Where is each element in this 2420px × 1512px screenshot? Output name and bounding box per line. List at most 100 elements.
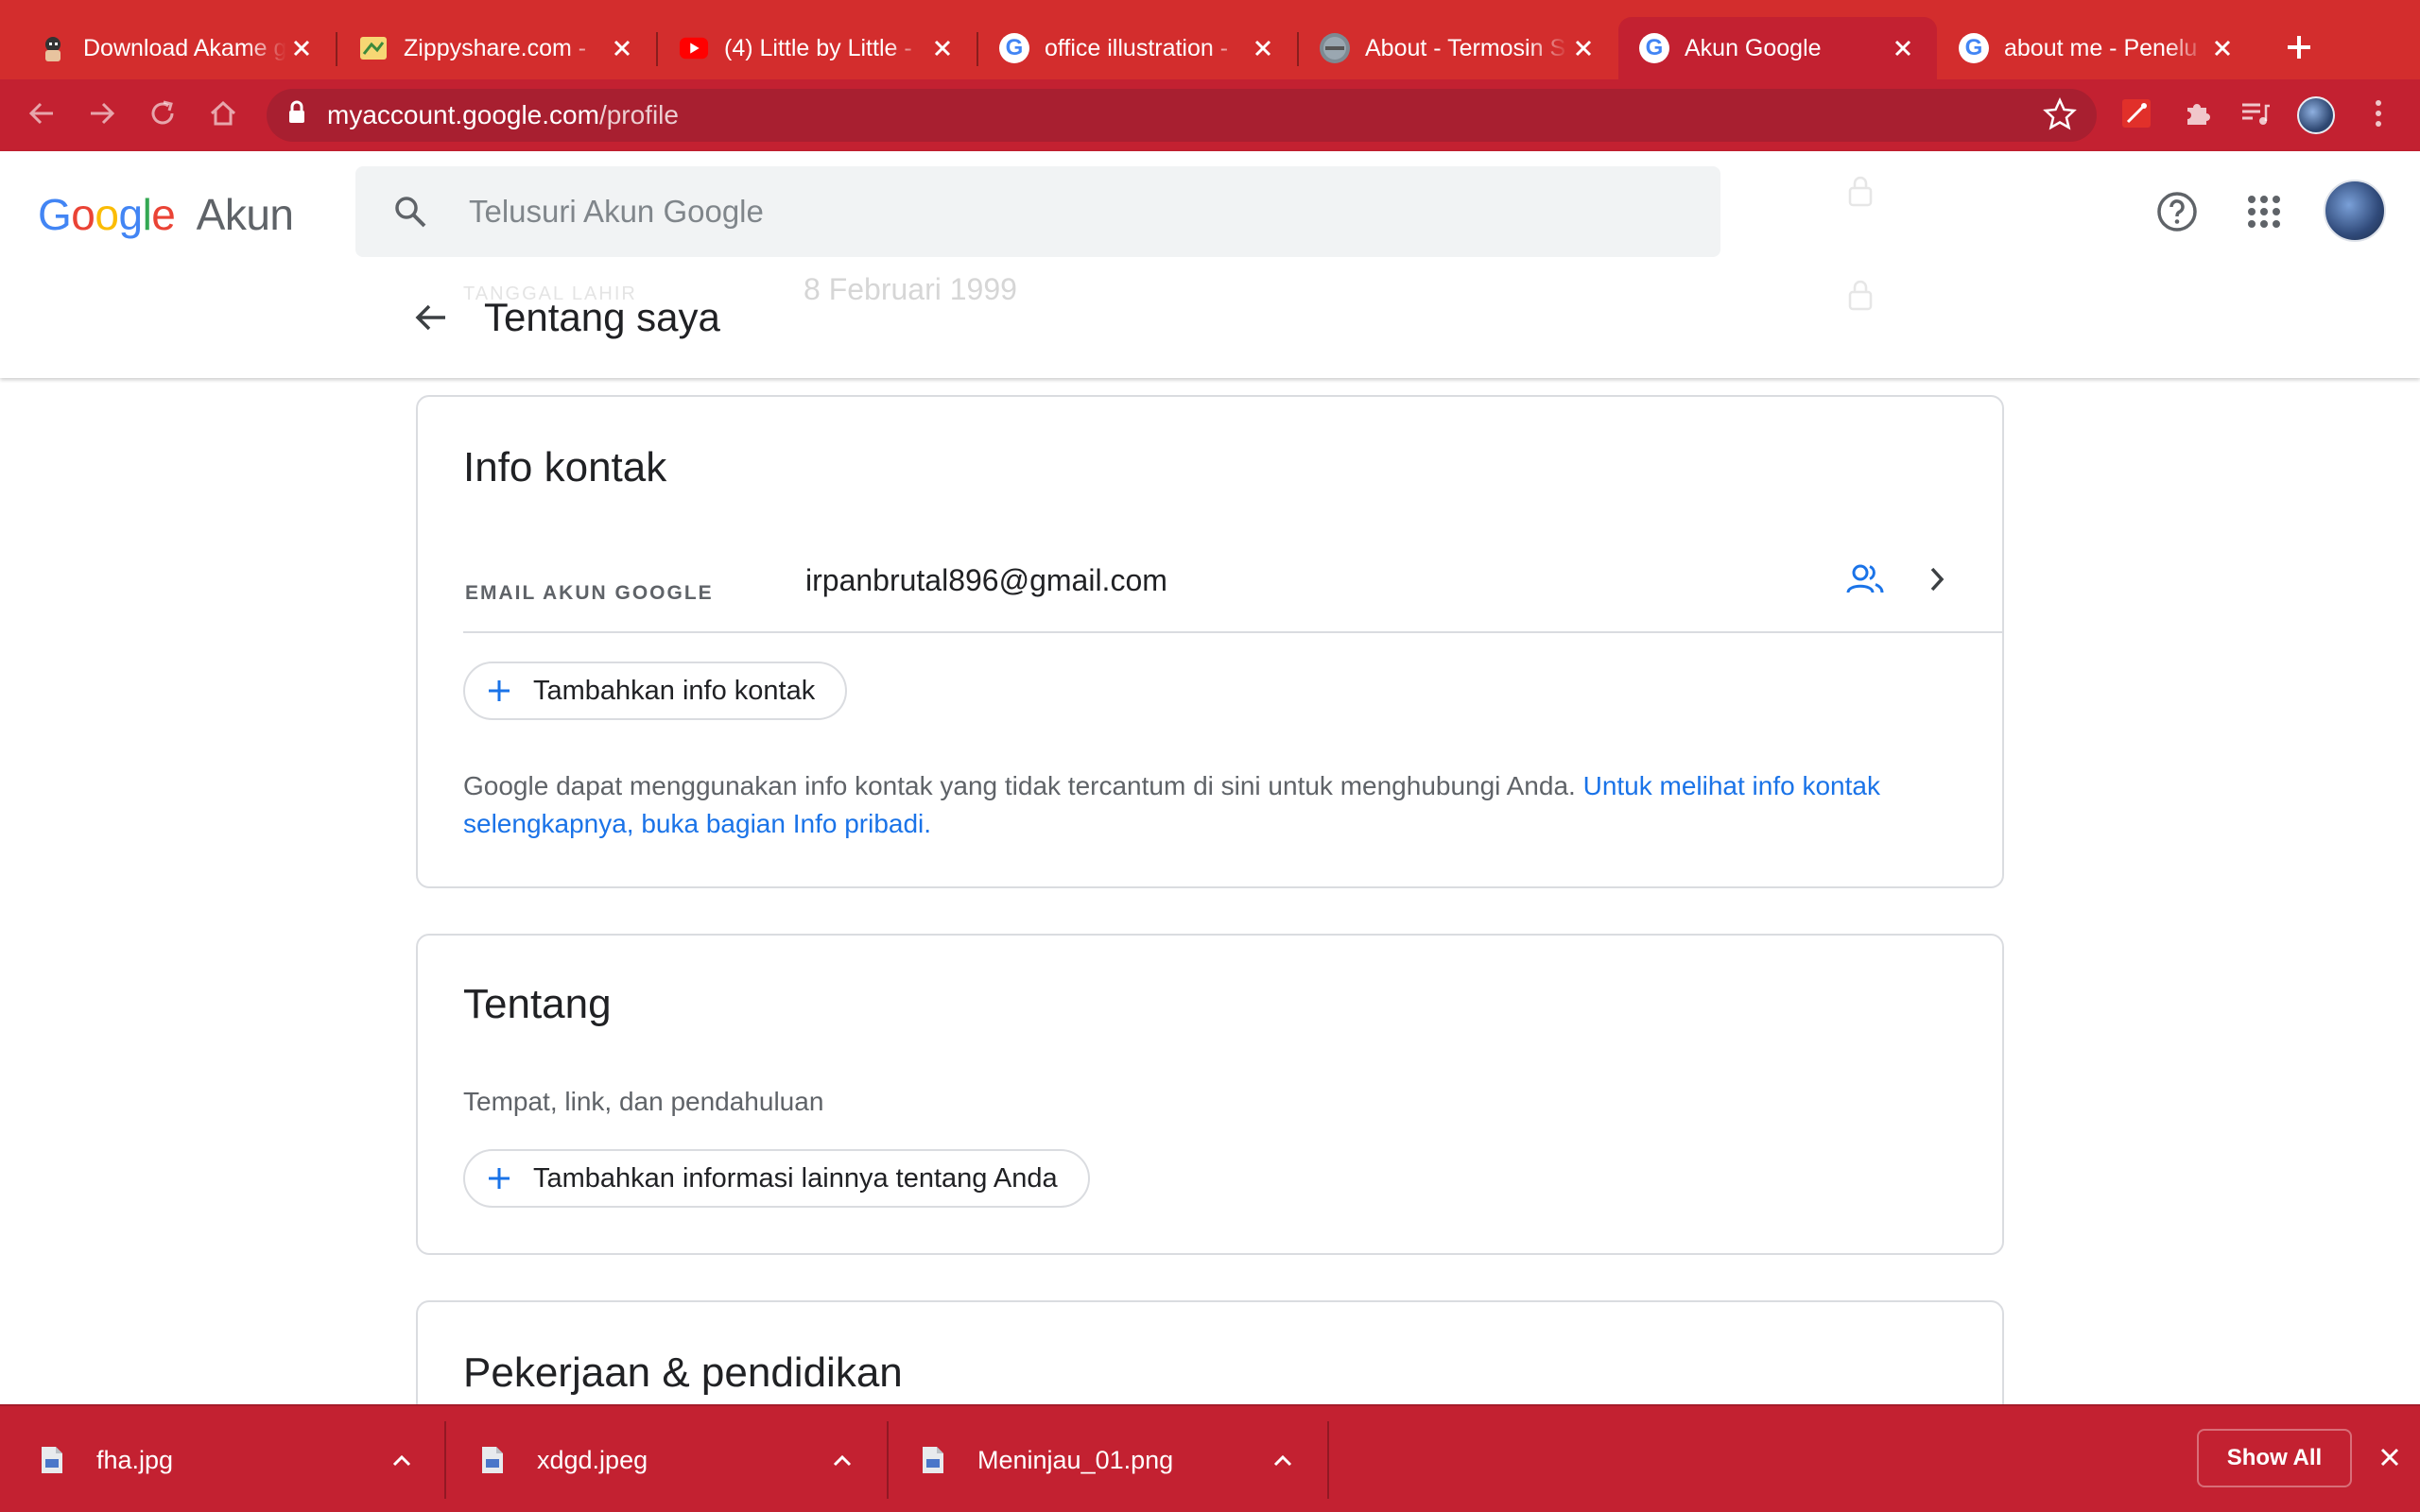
apps-button[interactable] — [2239, 189, 2289, 238]
google-account-header: Google Akun Telusuri Akun Google TANGGAL… — [0, 151, 2420, 378]
tab-about-me[interactable]: G about me - Penelu — [1938, 17, 2256, 79]
plus-icon — [484, 676, 514, 706]
card-title: Pekerjaan & pendidikan — [463, 1349, 903, 1396]
google-icon: G — [1639, 33, 1669, 63]
tab-title: Download Akame ga Kill — [83, 34, 286, 61]
address-bar[interactable]: myaccount.google.com/profile — [267, 89, 2097, 142]
divider — [463, 631, 2002, 633]
magic-wand-extension[interactable] — [2114, 93, 2159, 138]
download-item[interactable]: xdgd.jpeg — [441, 1406, 881, 1512]
plus-icon — [484, 1163, 514, 1194]
more-vert-icon — [2374, 98, 2383, 133]
add-contact-info-button[interactable]: Tambahkan info kontak — [463, 662, 848, 720]
card-title: Info kontak — [463, 444, 667, 490]
playlist-icon — [2239, 98, 2272, 133]
extensions-button[interactable] — [2174, 93, 2220, 138]
youtube-icon — [679, 33, 709, 63]
tab-strip: Download Akame ga Kill Zippyshare.com - … — [0, 0, 2420, 79]
close-download-shelf-button[interactable] — [2371, 1440, 2409, 1478]
account-search-bar[interactable]: Telusuri Akun Google — [355, 166, 1720, 257]
email-row[interactable]: EMAIL AKUN GOOGLE irpanbrutal896@gmail.c… — [418, 510, 2002, 631]
apps-grid-icon — [2247, 195, 2281, 233]
product-name: Akun — [196, 190, 294, 239]
google-icon: G — [1959, 33, 1989, 63]
close-icon[interactable] — [927, 33, 958, 63]
download-filename: fha.jpg — [96, 1445, 174, 1474]
note-text: Google dapat menggunakan info kontak yan… — [463, 771, 1583, 800]
site-icon — [1320, 33, 1350, 63]
home-button[interactable] — [200, 93, 246, 138]
people-icon — [1843, 558, 1887, 601]
search-input[interactable]: Telusuri Akun Google — [469, 194, 764, 230]
tab-akun-google[interactable]: G Akun Google — [1618, 17, 1937, 79]
close-icon[interactable] — [607, 33, 637, 63]
arrow-left-icon — [26, 98, 57, 133]
back-arrow-icon[interactable] — [406, 293, 456, 342]
about-subtitle: Tempat, link, dan pendahuluan — [463, 1087, 824, 1116]
chevron-up-icon[interactable] — [1272, 1444, 1293, 1473]
home-icon — [208, 98, 238, 133]
scrolled-field-value: 8 Februari 1999 — [804, 272, 1017, 306]
chevron-right-icon — [1915, 558, 1959, 601]
email-label: EMAIL AKUN GOOGLE — [465, 582, 714, 604]
url-path: /profile — [598, 100, 679, 129]
forward-button[interactable] — [79, 93, 125, 138]
browser-toolbar: myaccount.google.com/profile — [0, 79, 2420, 151]
avatar — [2297, 96, 2335, 134]
reload-button[interactable] — [140, 93, 185, 138]
chevron-up-icon[interactable] — [832, 1444, 853, 1473]
contact-note: Google dapat menggunakan info kontak yan… — [463, 767, 1976, 843]
anime-icon — [38, 33, 68, 63]
reload-icon — [147, 98, 178, 133]
download-filename: xdgd.jpeg — [537, 1445, 648, 1474]
help-circle-icon — [2156, 191, 2198, 237]
close-icon[interactable] — [1568, 33, 1599, 63]
zippy-icon — [358, 33, 389, 63]
help-button[interactable] — [2152, 189, 2202, 238]
browser-menu-button[interactable] — [2356, 93, 2401, 138]
download-shelf: fha.jpg xdgd.jpeg Meninjau_01.png Show A… — [0, 1404, 2420, 1512]
download-separator — [1327, 1421, 1329, 1499]
google-icon: G — [999, 33, 1029, 63]
close-icon[interactable] — [1248, 33, 1278, 63]
download-filename: Meninjau_01.png — [977, 1445, 1174, 1474]
add-about-info-button[interactable]: Tambahkan informasi lainnya tentang Anda — [463, 1149, 1090, 1208]
back-button[interactable] — [19, 93, 64, 138]
google-account-logo[interactable]: Google Akun — [38, 189, 294, 240]
puzzle-icon — [2182, 98, 2212, 133]
download-item[interactable]: fha.jpg — [0, 1406, 441, 1512]
close-icon[interactable] — [286, 33, 317, 63]
profile-button[interactable] — [2293, 93, 2339, 138]
tab-zippyshare[interactable]: Zippyshare.com - — [337, 17, 656, 79]
file-icon — [480, 1445, 505, 1475]
page-subheader: Tentang saya — [406, 293, 720, 342]
plus-icon — [2285, 33, 2313, 66]
button-label: Tambahkan info kontak — [533, 675, 816, 706]
download-item[interactable]: Meninjau_01.png — [881, 1406, 1322, 1512]
new-tab-button[interactable] — [2269, 25, 2329, 74]
card-title: Tentang — [463, 981, 612, 1027]
tab-title: (4) Little by Little - — [724, 34, 912, 61]
file-icon — [40, 1445, 64, 1475]
tab-office-illustration[interactable]: G office illustration - — [978, 17, 1297, 79]
page-title: Tentang saya — [484, 295, 720, 339]
google-wordmark: Google — [38, 190, 176, 239]
show-all-downloads-button[interactable]: Show All — [2197, 1429, 2352, 1487]
media-control-button[interactable] — [2233, 93, 2278, 138]
email-value: irpanbrutal896@gmail.com — [805, 563, 1167, 597]
tab-youtube[interactable]: (4) Little by Little - — [658, 17, 977, 79]
account-avatar[interactable] — [2324, 180, 2386, 242]
bookmark-star-icon[interactable] — [2042, 96, 2078, 139]
tab-title: about me - Penelu — [2004, 34, 2198, 61]
tab-title: Zippyshare.com - — [404, 34, 587, 61]
lock-icon — [1847, 278, 1874, 317]
contact-info-card: Info kontak EMAIL AKUN GOOGLE irpanbruta… — [416, 395, 2004, 888]
chevron-up-icon[interactable] — [391, 1444, 412, 1473]
close-icon[interactable] — [1888, 33, 1918, 63]
tab-akame[interactable]: Download Akame ga Kill — [17, 17, 336, 79]
button-label: Tambahkan informasi lainnya tentang Anda — [533, 1162, 1058, 1194]
search-icon[interactable] — [388, 189, 433, 234]
tab-title: Akun Google — [1685, 34, 1822, 61]
tab-termosin[interactable]: About - Termosin S — [1299, 17, 1617, 79]
close-icon[interactable] — [2207, 33, 2238, 63]
